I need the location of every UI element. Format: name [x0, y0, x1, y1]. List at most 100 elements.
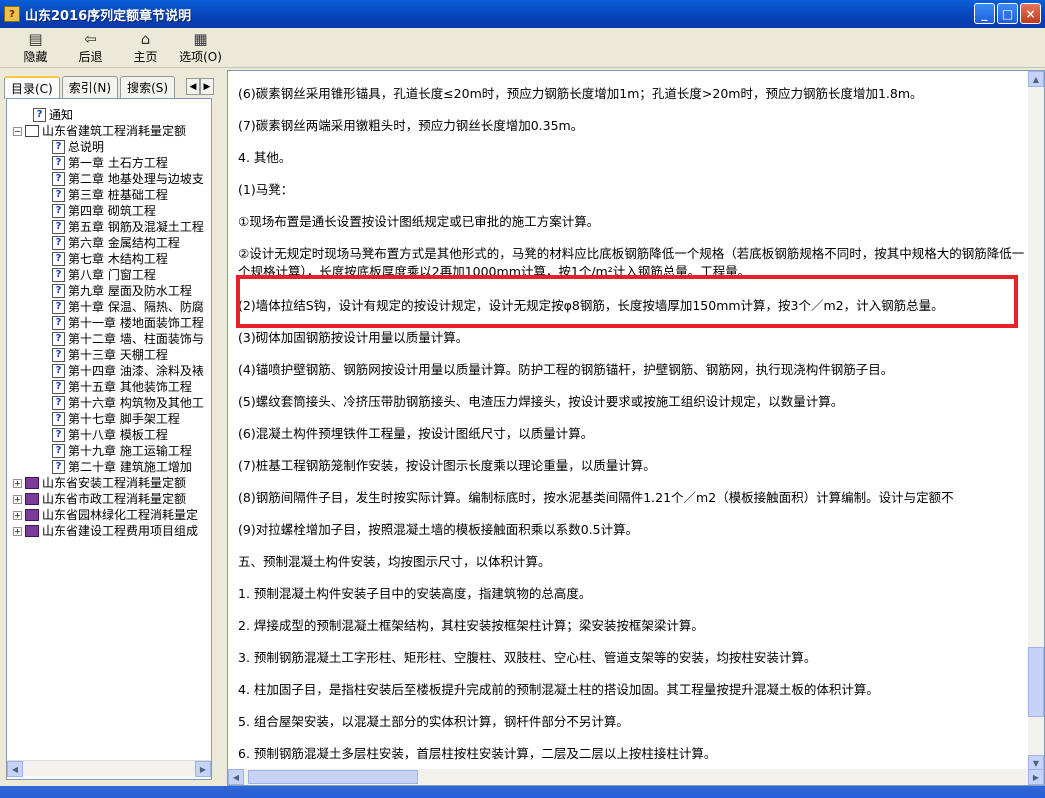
help-page-icon: ? [52, 412, 65, 426]
expand-icon[interactable]: + [13, 510, 22, 520]
back-arrow-icon: ⇦ [84, 30, 97, 48]
tree-node-label: 第三章 桩基础工程 [68, 188, 168, 202]
tree-node-label: 第一章 土石方工程 [68, 156, 168, 170]
tree-horizontal-scrollbar[interactable]: ◀ ▶ [7, 760, 211, 777]
tree-node[interactable]: ? 通知 [7, 107, 211, 123]
help-window: ? 山东2016序列定额章节说明 _ □ × ▤ 隐藏 ⇦ 后退 ⌂ 主页 ▦ … [0, 0, 1045, 798]
tab-index[interactable]: 索引(N) [61, 76, 119, 98]
tree-node-label: 第七章 木结构工程 [68, 252, 168, 266]
home-button[interactable]: ⌂ 主页 [118, 28, 173, 66]
tree-node-label: 第十四章 油漆、涂料及裱 [68, 364, 204, 378]
vertical-scroll-thumb[interactable] [1028, 647, 1044, 717]
title-bar[interactable]: ? 山东2016序列定额章节说明 _ □ × [0, 0, 1045, 28]
tree-node[interactable]: ? 第十四章 油漆、涂料及裱 [7, 363, 211, 379]
tab-scroll-left-icon[interactable]: ◀ [186, 78, 200, 95]
expand-icon[interactable]: + [13, 526, 22, 536]
paragraph: ①现场布置是通长设置按设计图纸规定或已审批的施工方案计算。 [238, 214, 600, 229]
expand-icon[interactable]: + [13, 478, 22, 488]
tree-node[interactable]: ? 第十五章 其他装饰工程 [7, 379, 211, 395]
tree-node[interactable]: − 山东省建筑工程消耗量定额 [7, 123, 211, 139]
collapse-icon[interactable]: − [13, 126, 22, 136]
book-icon [25, 477, 39, 489]
tab-contents[interactable]: 目录(C) [4, 76, 60, 99]
tree-node[interactable]: ? 第十八章 模板工程 [7, 427, 211, 443]
nav-tabs: 目录(C) 索引(N) 搜索(S) [4, 76, 177, 99]
paragraph: (5)螺纹套筒接头、冷挤压带肋钢筋接头、电渣压力焊接头，按设计要求或按施工组织设… [238, 394, 844, 409]
minimize-button[interactable]: _ [974, 3, 995, 24]
tree-node[interactable]: ? 第十九章 施工运输工程 [7, 443, 211, 459]
paragraph: 3. 预制钢筋混凝土工字形柱、矩形柱、空腹柱、双肢柱、空心柱、管道支架等的安装，… [238, 650, 817, 665]
close-button[interactable]: × [1020, 3, 1041, 24]
tree-node[interactable]: ? 第十章 保温、隔热、防腐 [7, 299, 211, 315]
tree-node[interactable]: ? 第二章 地基处理与边坡支 [7, 171, 211, 187]
scroll-right-icon[interactable]: ▶ [195, 761, 211, 777]
back-label: 后退 [78, 50, 103, 64]
tree-node[interactable]: ? 第七章 木结构工程 [7, 251, 211, 267]
tree-node[interactable]: + 山东省园林绿化工程消耗量定 [7, 507, 211, 523]
book-icon [25, 509, 39, 521]
tree-node-label: 山东省市政工程消耗量定额 [42, 492, 187, 506]
tree-node-label: 第八章 门窗工程 [68, 268, 156, 282]
paragraph: 4. 柱加固子目，是指柱安装后至楼板提升完成前的预制混凝土柱的搭设加固。其工程量… [238, 682, 879, 697]
topic-vertical-scrollbar[interactable]: ▲ ▼ [1028, 71, 1044, 771]
window-title: 山东2016序列定额章节说明 [25, 8, 192, 24]
tree-node[interactable]: ? 第三章 桩基础工程 [7, 187, 211, 203]
expand-icon[interactable]: + [13, 494, 22, 504]
horizontal-scroll-thumb[interactable] [248, 770, 418, 784]
paragraph: (8)钢筋间隔件子目，发生时按实际计算。编制标底时，按水泥基类间隔件1.21个／… [238, 490, 954, 505]
tree-node[interactable]: ? 第四章 砌筑工程 [7, 203, 211, 219]
tree-node[interactable]: + 山东省市政工程消耗量定额 [7, 491, 211, 507]
tab-scroll-right-icon[interactable]: ▶ [200, 78, 214, 95]
scroll-left-icon[interactable]: ◀ [7, 761, 23, 777]
scroll-up-icon[interactable]: ▲ [1028, 71, 1044, 87]
tree-node[interactable]: + 山东省安装工程消耗量定额 [7, 475, 211, 491]
tree-node[interactable]: ? 第十六章 构筑物及其他工 [7, 395, 211, 411]
help-page-icon: ? [52, 204, 65, 218]
home-icon: ⌂ [140, 30, 151, 48]
scroll-right-icon[interactable]: ▶ [1028, 769, 1044, 785]
scroll-left-icon[interactable]: ◀ [228, 769, 244, 785]
app-icon: ? [4, 6, 20, 22]
tree-node[interactable]: ? 第十七章 脚手架工程 [7, 411, 211, 427]
help-page-icon: ? [52, 236, 65, 250]
paragraph: (9)对拉螺栓增加子目，按照混凝土墙的模板接触面积乘以系数0.5计算。 [238, 522, 639, 537]
help-page-icon: ? [52, 284, 65, 298]
help-page-icon: ? [52, 364, 65, 378]
hide-button[interactable]: ▤ 隐藏 [8, 28, 63, 66]
tree-node[interactable]: ? 总说明 [7, 139, 211, 155]
help-page-icon: ? [52, 428, 65, 442]
tree-node[interactable]: ? 第五章 钢筋及混凝土工程 [7, 219, 211, 235]
tab-search[interactable]: 搜索(S) [120, 76, 176, 98]
toolbar: ▤ 隐藏 ⇦ 后退 ⌂ 主页 ▦ 选项(O) [0, 28, 1045, 68]
maximize-button[interactable]: □ [997, 3, 1018, 24]
options-button[interactable]: ▦ 选项(O) [173, 28, 228, 66]
tree-node[interactable]: + 山东省建设工程费用项目组成 [7, 523, 211, 539]
tree-node-label: 第二十章 建筑施工增加 [68, 460, 192, 474]
tree-node[interactable]: ? 第九章 屋面及防水工程 [7, 283, 211, 299]
options-icon: ▦ [193, 30, 208, 48]
options-label-text: 选项 [179, 50, 204, 64]
tree-node-label: 第十七章 脚手架工程 [68, 412, 180, 426]
tree-node[interactable]: ? 第二十章 建筑施工增加 [7, 459, 211, 475]
paragraph: (6)混凝土构件预埋铁件工程量，按设计图纸尺寸，以质量计算。 [238, 426, 594, 441]
tree-node[interactable]: ? 第八章 门窗工程 [7, 267, 211, 283]
tree-node-label: 第十五章 其他装饰工程 [68, 380, 192, 394]
tree-node[interactable]: ? 第十三章 天棚工程 [7, 347, 211, 363]
help-page-icon: ? [52, 268, 65, 282]
tree-node[interactable]: ? 第十一章 楼地面装饰工程 [7, 315, 211, 331]
help-page-icon: ? [52, 140, 65, 154]
tree-node[interactable]: ? 第一章 土石方工程 [7, 155, 211, 171]
help-page-icon: ? [52, 220, 65, 234]
paragraph: (7)桩基工程钢筋笼制作安装，按设计图示长度乘以理论重量，以质量计算。 [238, 458, 656, 473]
topic-horizontal-scrollbar[interactable]: ◀ ▶ [228, 769, 1044, 785]
paragraph: 2. 焊接成型的预制混凝土框架结构，其柱安装按框架柱计算；梁安装按框架梁计算。 [238, 618, 704, 633]
tree-node[interactable]: ? 第六章 金属结构工程 [7, 235, 211, 251]
tree-node-label: 山东省建筑工程消耗量定额 [42, 124, 187, 138]
tree-node[interactable]: ? 第十二章 墙、柱面装饰与 [7, 331, 211, 347]
back-button[interactable]: ⇦ 后退 [63, 28, 118, 66]
tree-node-label: 第十一章 楼地面装饰工程 [68, 316, 204, 330]
tree-node-label: 第十三章 天棚工程 [68, 348, 168, 362]
help-page-icon: ? [52, 444, 65, 458]
tree-node-label: 第五章 钢筋及混凝土工程 [68, 220, 204, 234]
tree-node-label: 山东省建设工程费用项目组成 [42, 524, 199, 538]
